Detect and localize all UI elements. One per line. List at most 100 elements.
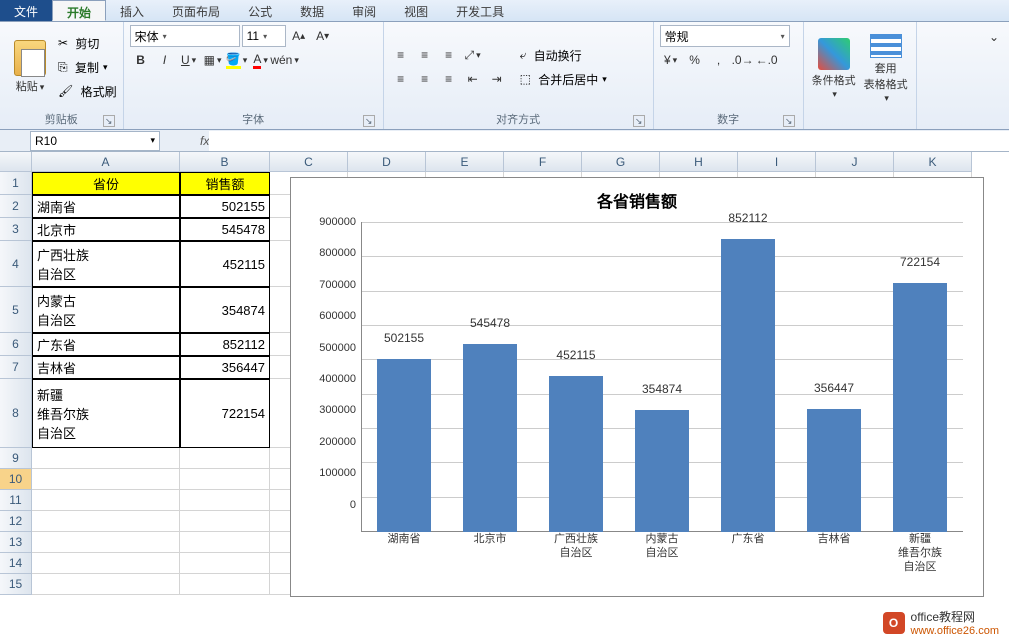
cell-A11[interactable]	[32, 490, 180, 511]
font-name-combo[interactable]: 宋体▾	[130, 25, 240, 47]
font-size-combo[interactable]: 11▾	[242, 25, 286, 47]
cell-B3[interactable]: 545478	[180, 218, 270, 241]
bar-5[interactable]: 356447	[804, 222, 864, 532]
ribbon-minimize-button[interactable]: ⌄	[983, 26, 1005, 48]
cell-A4[interactable]: 广西壮族 自治区	[32, 241, 180, 287]
cell-A1[interactable]: 省份	[32, 172, 180, 195]
col-header-F[interactable]: F	[504, 152, 582, 172]
row-header-3[interactable]: 3	[0, 218, 32, 241]
cell-A12[interactable]	[32, 511, 180, 532]
cell-A7[interactable]: 吉林省	[32, 356, 180, 379]
fill-color-button[interactable]: 🪣	[226, 49, 248, 71]
col-header-D[interactable]: D	[348, 152, 426, 172]
decrease-font-button[interactable]: A▾	[312, 25, 334, 47]
col-header-H[interactable]: H	[660, 152, 738, 172]
clipboard-dialog-launcher[interactable]: ↘	[103, 115, 115, 127]
tab-file[interactable]: 文件	[0, 0, 52, 21]
cell-A9[interactable]	[32, 448, 180, 469]
italic-button[interactable]: I	[154, 49, 176, 71]
tab-home[interactable]: 开始	[52, 0, 106, 21]
align-bottom-button[interactable]: ≡	[438, 44, 460, 66]
copy-button[interactable]: ⎘ 复制	[58, 56, 117, 78]
cell-B10[interactable]	[180, 469, 270, 490]
col-header-C[interactable]: C	[270, 152, 348, 172]
cell-B8[interactable]: 722154	[180, 379, 270, 448]
number-dialog-launcher[interactable]: ↘	[783, 115, 795, 127]
row-header-11[interactable]: 11	[0, 490, 32, 511]
bar-1[interactable]: 545478	[460, 222, 520, 532]
chart[interactable]: 各省销售额01000002000003000004000005000006000…	[290, 177, 984, 597]
tab-view[interactable]: 视图	[390, 0, 442, 21]
bar-3[interactable]: 354874	[632, 222, 692, 532]
increase-decimal-button[interactable]: .0→	[732, 49, 754, 71]
row-header-6[interactable]: 6	[0, 333, 32, 356]
bar-6[interactable]: 722154	[890, 222, 950, 532]
row-header-14[interactable]: 14	[0, 553, 32, 574]
row-header-9[interactable]: 9	[0, 448, 32, 469]
increase-indent-button[interactable]: ⇥	[486, 68, 508, 90]
wrap-text-button[interactable]: ⤶ 自动换行	[520, 44, 607, 66]
cell-B15[interactable]	[180, 574, 270, 595]
bar-4[interactable]: 852112	[718, 222, 778, 532]
align-top-button[interactable]: ≡	[390, 44, 412, 66]
col-header-J[interactable]: J	[816, 152, 894, 172]
paste-button[interactable]: 粘贴	[6, 32, 54, 102]
cell-A6[interactable]: 广东省	[32, 333, 180, 356]
cell-B1[interactable]: 销售额	[180, 172, 270, 195]
align-dialog-launcher[interactable]: ↘	[633, 115, 645, 127]
row-header-13[interactable]: 13	[0, 532, 32, 553]
decrease-decimal-button[interactable]: ←.0	[756, 49, 778, 71]
decrease-indent-button[interactable]: ⇤	[462, 68, 484, 90]
cell-B5[interactable]: 354874	[180, 287, 270, 333]
table-format-button[interactable]: 套用 表格格式	[862, 34, 910, 104]
row-header-5[interactable]: 5	[0, 287, 32, 333]
format-painter-button[interactable]: 🖌 格式刷	[58, 80, 117, 102]
formula-input[interactable]	[209, 131, 1009, 151]
cell-A13[interactable]	[32, 532, 180, 553]
bar-0[interactable]: 502155	[374, 222, 434, 532]
currency-button[interactable]: ¥	[660, 49, 682, 71]
col-header-I[interactable]: I	[738, 152, 816, 172]
tab-insert[interactable]: 插入	[106, 0, 158, 21]
cell-B2[interactable]: 502155	[180, 195, 270, 218]
cell-A10[interactable]	[32, 469, 180, 490]
col-header-B[interactable]: B	[180, 152, 270, 172]
align-right-button[interactable]: ≡	[438, 68, 460, 90]
tab-dev[interactable]: 开发工具	[442, 0, 518, 21]
cell-B13[interactable]	[180, 532, 270, 553]
font-color-button[interactable]: A	[250, 49, 272, 71]
row-header-4[interactable]: 4	[0, 241, 32, 287]
row-header-10[interactable]: 10	[0, 469, 32, 490]
increase-font-button[interactable]: A▴	[288, 25, 310, 47]
align-left-button[interactable]: ≡	[390, 68, 412, 90]
cell-B12[interactable]	[180, 511, 270, 532]
tab-review[interactable]: 审阅	[338, 0, 390, 21]
row-header-2[interactable]: 2	[0, 195, 32, 218]
align-middle-button[interactable]: ≡	[414, 44, 436, 66]
bar-2[interactable]: 452115	[546, 222, 606, 532]
name-box[interactable]: R10 ▾	[30, 131, 160, 151]
merge-center-button[interactable]: ⬚ 合并后居中	[520, 68, 607, 90]
tab-layout[interactable]: 页面布局	[158, 0, 234, 21]
cell-A2[interactable]: 湖南省	[32, 195, 180, 218]
cell-B14[interactable]	[180, 553, 270, 574]
cell-B9[interactable]	[180, 448, 270, 469]
cell-A5[interactable]: 内蒙古 自治区	[32, 287, 180, 333]
row-header-15[interactable]: 15	[0, 574, 32, 595]
cell-B7[interactable]: 356447	[180, 356, 270, 379]
bold-button[interactable]: B	[130, 49, 152, 71]
cell-B6[interactable]: 852112	[180, 333, 270, 356]
number-format-combo[interactable]: 常规▾	[660, 25, 790, 47]
row-header-1[interactable]: 1	[0, 172, 32, 195]
fx-icon[interactable]: fx	[200, 134, 209, 148]
cell-A3[interactable]: 北京市	[32, 218, 180, 241]
cell-B4[interactable]: 452115	[180, 241, 270, 287]
cut-button[interactable]: ✂ 剪切	[58, 32, 117, 54]
phonetic-button[interactable]: wén	[274, 49, 296, 71]
percent-button[interactable]: %	[684, 49, 706, 71]
font-dialog-launcher[interactable]: ↘	[363, 115, 375, 127]
conditional-format-button[interactable]: 条件格式	[810, 34, 858, 104]
col-header-G[interactable]: G	[582, 152, 660, 172]
border-button[interactable]: ▦	[202, 49, 224, 71]
tab-data[interactable]: 数据	[286, 0, 338, 21]
